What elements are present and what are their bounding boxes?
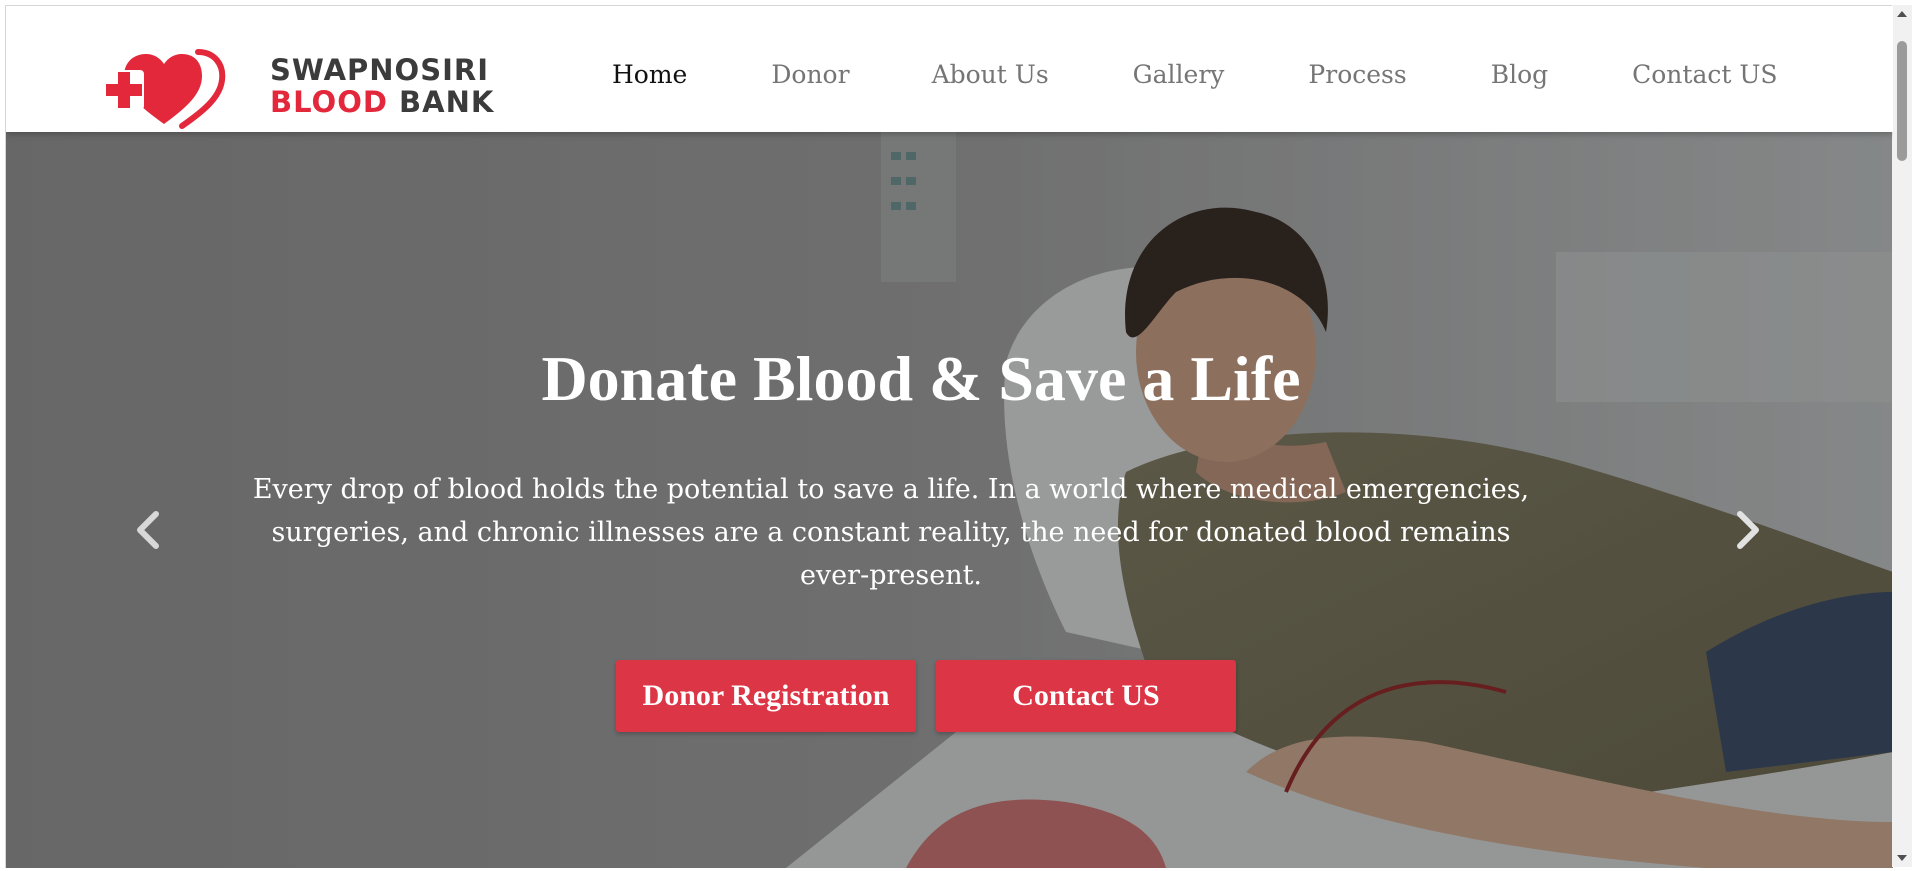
browser-viewport: SWAPNOSIRI BLOOD BANK Home Donor About U… [5,5,1893,868]
brand-name-line2: BLOOD BANK [270,88,494,117]
brand-name-blood: BLOOD [270,85,388,119]
chevron-left-icon [137,511,159,549]
page-scrollbar[interactable] [1892,5,1912,867]
heart-cross-logo-icon [104,49,226,129]
brand-logo[interactable]: SWAPNOSIRI BLOOD BANK [102,36,494,129]
triangle-down-icon [1897,855,1907,861]
triangle-up-icon [1897,11,1907,17]
donor-registration-button[interactable]: Donor Registration [616,660,916,732]
brand-name-line1: SWAPNOSIRI [270,53,489,87]
hero-description: Every drop of blood holds the potential … [252,474,1530,591]
nav-gallery[interactable]: Gallery [1133,60,1225,89]
carousel-prev-button[interactable] [128,500,168,560]
nav-blog[interactable]: Blog [1491,60,1548,89]
scroll-down-button[interactable] [1892,849,1912,867]
nav-contact-us[interactable]: Contact US [1632,60,1777,89]
nav-process[interactable]: Process [1308,60,1406,89]
hero-title: Donate Blood & Save a Life [541,343,1301,414]
scrollbar-thumb[interactable] [1897,41,1907,161]
nav-home[interactable]: Home [612,60,687,89]
brand-name-bank: BANK [399,85,495,119]
main-nav: Home Donor About Us Gallery Process Blog… [612,54,1778,94]
scroll-up-button[interactable] [1892,5,1912,23]
contact-us-button[interactable]: Contact US [936,660,1236,732]
nav-about-us[interactable]: About Us [932,60,1049,89]
nav-donor[interactable]: Donor [771,60,849,89]
site-header: SWAPNOSIRI BLOOD BANK Home Donor About U… [6,6,1893,132]
carousel-next-button[interactable] [1728,500,1768,560]
chevron-right-icon [1737,511,1759,549]
hero-carousel: Donate Blood & Save a Life Every drop of… [6,132,1893,868]
